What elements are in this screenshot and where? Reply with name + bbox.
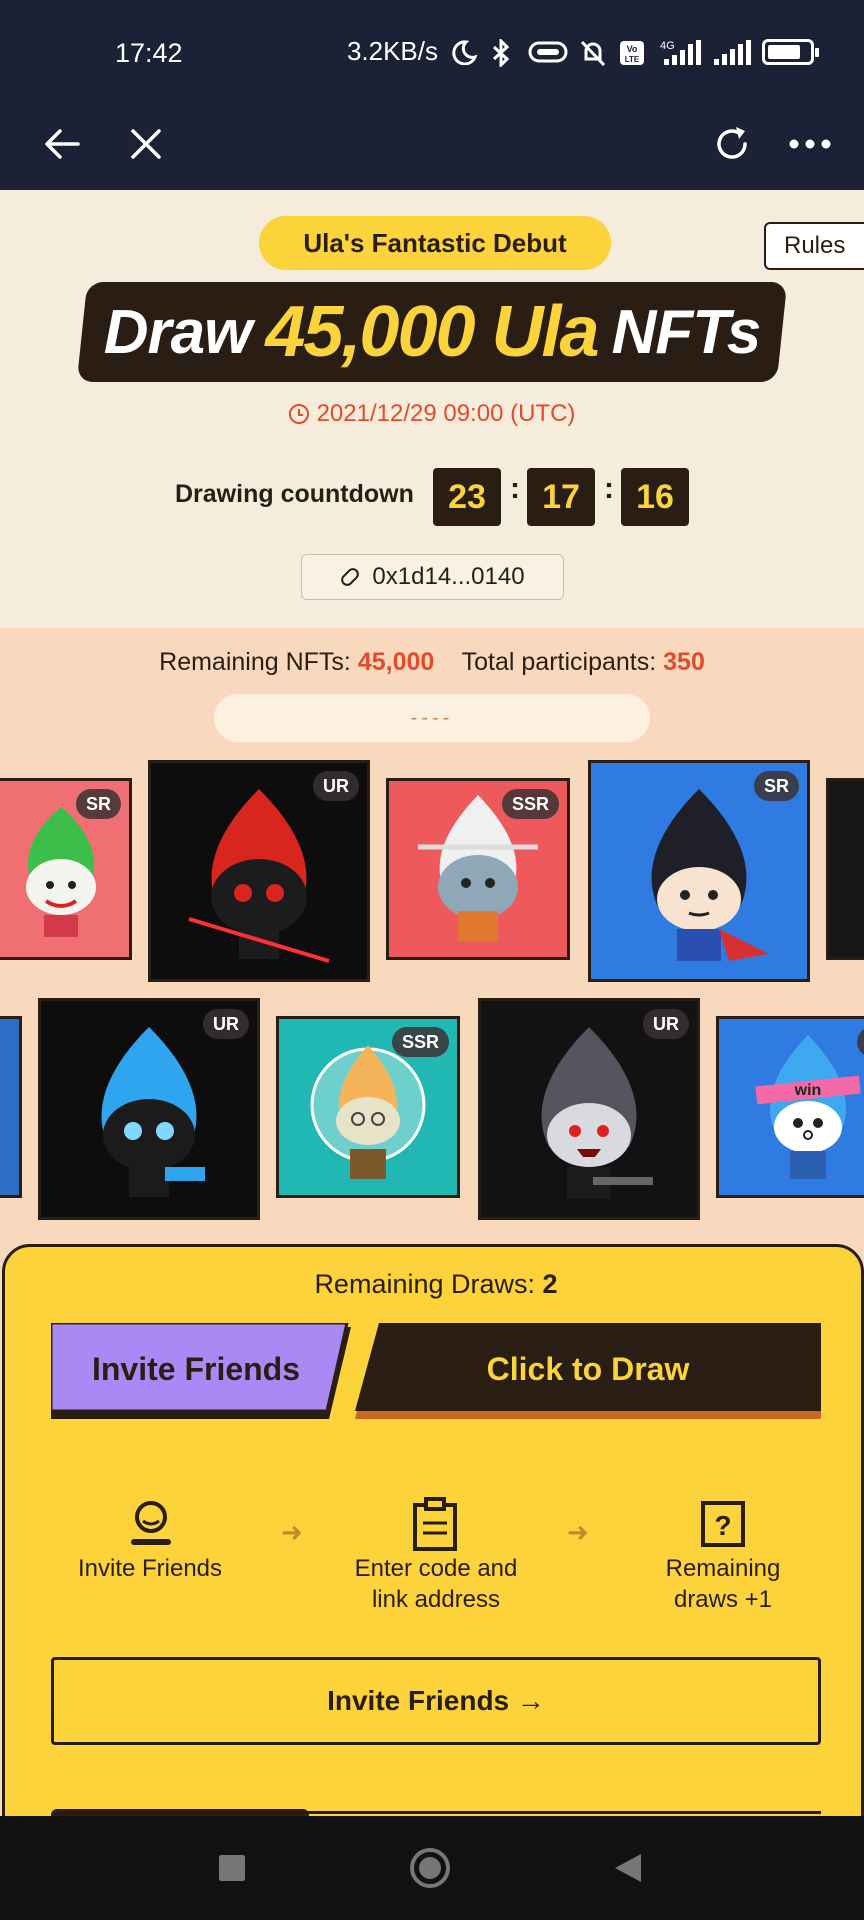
remaining-draws: Remaining Draws: 2 xyxy=(5,1269,864,1300)
nft-card[interactable]: UR xyxy=(38,998,260,1220)
nft-card[interactable] xyxy=(826,778,864,960)
status-bar: 17:42 3.2KB/s Vo LTE 4G xyxy=(0,0,864,100)
countdown-minutes: 17 xyxy=(527,468,595,526)
click-to-draw-button[interactable]: Click to Draw xyxy=(355,1323,821,1419)
rarity-badge: SSR xyxy=(391,1027,449,1057)
step-invite-friends: Invite Friends xyxy=(77,1555,223,1582)
data-saver-icon xyxy=(528,39,568,65)
participants-label: Total participants: xyxy=(461,648,657,676)
mute-icon xyxy=(578,39,608,66)
vampire-character xyxy=(541,1027,653,1199)
red-flame-character xyxy=(188,789,330,963)
step-enter-code: Enter code and link address xyxy=(327,1553,545,1615)
headline-number: 45,000 Ula xyxy=(265,292,599,372)
headline-suffix: NFTs xyxy=(611,297,762,367)
step-enter-code-line1: Enter code and xyxy=(354,1555,518,1582)
joker-character xyxy=(26,807,96,937)
network-speed: 3.2KB/s xyxy=(346,36,438,66)
remaining-draws-label: Remaining Draws: xyxy=(314,1269,536,1299)
tab-invite-friends[interactable]: Invite Friends xyxy=(51,1323,351,1419)
rarity-badge: SR xyxy=(753,771,799,801)
svg-text:?: ? xyxy=(714,1510,731,1541)
person-icon xyxy=(131,1501,171,1545)
headline: Draw 45,000 Ula NFTs xyxy=(82,282,782,382)
nft-card[interactable]: SSR xyxy=(386,778,570,960)
nft-card[interactable]: SR xyxy=(588,760,810,982)
nft-card[interactable] xyxy=(0,1016,22,1198)
step-remaining-draws-line1: Remaining xyxy=(665,1555,781,1582)
remaining-draws-value: 2 xyxy=(542,1269,558,1299)
rarity-badge: UR xyxy=(643,1009,689,1039)
invite-tab-label: Invite Friends xyxy=(91,1350,301,1387)
back-arrow-icon[interactable] xyxy=(32,114,92,174)
countdown-separator: : xyxy=(604,472,614,505)
blue-flame-character xyxy=(101,1027,205,1197)
svg-text:LTE: LTE xyxy=(625,55,640,64)
draw-tab-label: Click to Draw xyxy=(486,1350,690,1387)
step-remaining-draws-line2: draws +1 xyxy=(673,1586,773,1613)
step-remaining-draws: Remaining draws +1 xyxy=(619,1553,827,1615)
app-bar xyxy=(0,100,864,190)
black-flame-character xyxy=(651,789,769,961)
nft-card[interactable]: SR xyxy=(0,778,132,960)
participants-value: 350 xyxy=(663,648,705,676)
contract-address-button[interactable]: 0x1d14...0140 xyxy=(301,554,564,600)
countdown-hours: 23 xyxy=(433,468,501,526)
rules-button[interactable]: Rules xyxy=(764,222,864,270)
svg-text:Vo: Vo xyxy=(627,44,638,54)
nft-card[interactable]: SSR xyxy=(276,1016,460,1198)
step-enter-code-line2: link address xyxy=(371,1586,501,1613)
countdown-separator: : xyxy=(510,472,520,505)
battery-icon xyxy=(762,38,819,65)
signal-icon xyxy=(712,39,752,65)
draw-date-text: 2021/12/29 09:00 (UTC) xyxy=(316,400,576,427)
step-arrow-icon: ➜ xyxy=(281,1517,303,1547)
rarity-badge: SR xyxy=(75,789,121,819)
remaining-nfts-value: 45,000 xyxy=(357,648,435,676)
status-time: 17:42 xyxy=(115,38,183,68)
clipboard-icon xyxy=(413,1497,457,1551)
rarity-badge: SSR xyxy=(501,789,559,819)
refresh-icon[interactable] xyxy=(702,114,762,174)
event-header: Ula's Fantastic Debut Rules Draw 45,000 … xyxy=(0,190,864,628)
countdown-seconds: 16 xyxy=(621,468,689,526)
rarity-badge: UR xyxy=(313,771,359,801)
clock-icon xyxy=(288,404,309,424)
headband-text: win xyxy=(794,1082,822,1099)
nft-card[interactable]: win S xyxy=(716,1016,864,1198)
status-icons: 3.2KB/s Vo LTE 4G xyxy=(346,36,819,69)
more-icon[interactable] xyxy=(780,114,840,174)
divider xyxy=(305,1811,821,1814)
contract-address: 0x1d14...0140 xyxy=(372,563,525,590)
arrow-right-icon: → xyxy=(516,1685,545,1716)
event-title-pill: Ula's Fantastic Debut xyxy=(259,216,611,270)
system-nav-bar xyxy=(0,1816,864,1920)
bluetooth-icon xyxy=(488,36,518,69)
home-icon[interactable] xyxy=(406,1844,454,1892)
step-arrow-icon: ➜ xyxy=(567,1517,589,1547)
question-box-icon: ? xyxy=(701,1501,745,1547)
draw-date: 2021/12/29 09:00 (UTC) xyxy=(0,400,864,428)
svg-text:4G: 4G xyxy=(660,40,675,52)
nft-card[interactable]: UR xyxy=(148,760,370,982)
nft-card[interactable]: UR xyxy=(478,998,700,1220)
countdown-label: Drawing countdown xyxy=(175,480,414,508)
win-character: win xyxy=(755,1035,861,1179)
signal-4g-icon: 4G xyxy=(658,39,702,65)
remaining-nfts-label: Remaining NFTs: xyxy=(159,648,351,676)
recents-icon[interactable] xyxy=(208,1844,256,1892)
back-nav-icon[interactable] xyxy=(604,1844,652,1892)
headline-prefix: Draw xyxy=(103,297,253,367)
draw-panel: Remaining Draws: 2 Invite Friends Click … xyxy=(2,1244,864,1844)
link-icon xyxy=(339,565,362,589)
invite-friends-button[interactable]: Invite Friends → xyxy=(51,1657,821,1745)
winner-ticker: ---- xyxy=(214,694,650,742)
volte-icon: Vo LTE xyxy=(618,39,648,65)
rarity-badge: UR xyxy=(203,1009,249,1039)
moon-icon xyxy=(448,39,478,65)
nft-stats: Remaining NFTs: 45,000 Total participant… xyxy=(0,648,864,677)
invite-friends-button-label: Invite Friends xyxy=(327,1685,510,1716)
battery-level-fill xyxy=(768,44,800,59)
close-icon[interactable] xyxy=(116,114,176,174)
